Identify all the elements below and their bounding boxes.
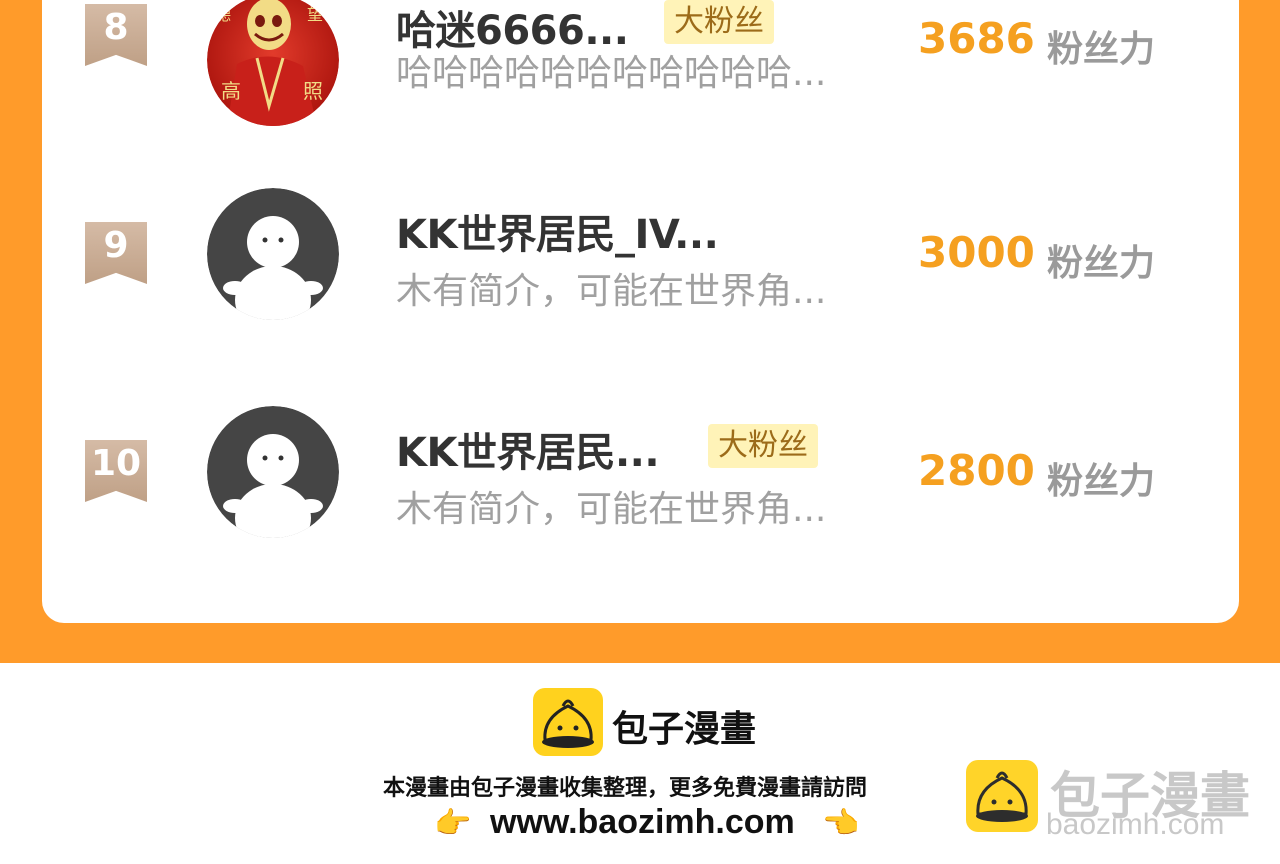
pointing-left-hand-icon: 👈 (822, 806, 860, 841)
fan-level-badge: 大粉丝 (708, 424, 818, 468)
pointing-right-hand-icon: 👉 (434, 806, 472, 841)
user-name[interactable]: KK世界居民_IV... (396, 202, 719, 260)
fan-power-score: 3000 (918, 228, 1035, 277)
user-bio: 木有简介，可能在世界角... (396, 271, 827, 312)
svg-text:望: 望 (307, 5, 323, 24)
svg-text:高: 高 (221, 79, 241, 103)
rank-ribbon-icon: 8 (85, 4, 147, 66)
watermark-url: baozimh.com (1046, 808, 1225, 841)
default-person-avatar[interactable] (207, 188, 339, 320)
fan-power-score: 3686 (918, 14, 1035, 63)
fan-level-badge: 大粉丝 (664, 0, 774, 44)
fan-power-unit: 粉丝力 (1047, 461, 1156, 502)
ranking-row-10[interactable]: 10 KK世界居民... 大粉丝 木有简介，可能在世界角... 2800 粉丝力 (42, 406, 1239, 580)
footer-note: 本漫畫由包子漫畫收集整理，更多免費漫畫請訪問 (383, 776, 868, 801)
footer-url-link[interactable]: www.baozimh.com (490, 803, 795, 842)
baozi-logo-icon[interactable] (533, 688, 603, 756)
fan-power-unit: 粉丝力 (1047, 29, 1156, 70)
svg-text:照: 照 (303, 79, 323, 103)
user-bio: 木有简介，可能在世界角... (396, 489, 827, 530)
fan-power-score: 2800 (918, 446, 1035, 495)
ranking-row-8[interactable]: 8 高 照 德 望 哈迷6666... 大粉丝 哈哈哈哈哈哈哈哈哈哈哈... 3… (42, 0, 1239, 144)
ranking-card: 8 高 照 德 望 哈迷6666... 大粉丝 哈哈哈哈哈哈哈哈哈哈哈... 3… (42, 0, 1239, 623)
user-avatar[interactable]: 高 照 德 望 (207, 0, 339, 126)
rank-ribbon-icon: 10 (85, 440, 147, 502)
user-bio: 哈哈哈哈哈哈哈哈哈哈哈... (396, 53, 827, 94)
svg-text:德: 德 (215, 5, 231, 24)
fan-power-unit: 粉丝力 (1047, 243, 1156, 284)
rank-ribbon-icon: 9 (85, 222, 147, 284)
user-name[interactable]: KK世界居民... (396, 420, 660, 478)
ranking-row-9[interactable]: 9 KK世界居民_IV... 木有简介，可能在世界角... 3000 粉丝力 (42, 188, 1239, 362)
footer-brand-name: 包子漫畫 (612, 709, 757, 750)
watermark-baozi-logo-icon (966, 760, 1038, 832)
default-person-avatar[interactable] (207, 406, 339, 538)
